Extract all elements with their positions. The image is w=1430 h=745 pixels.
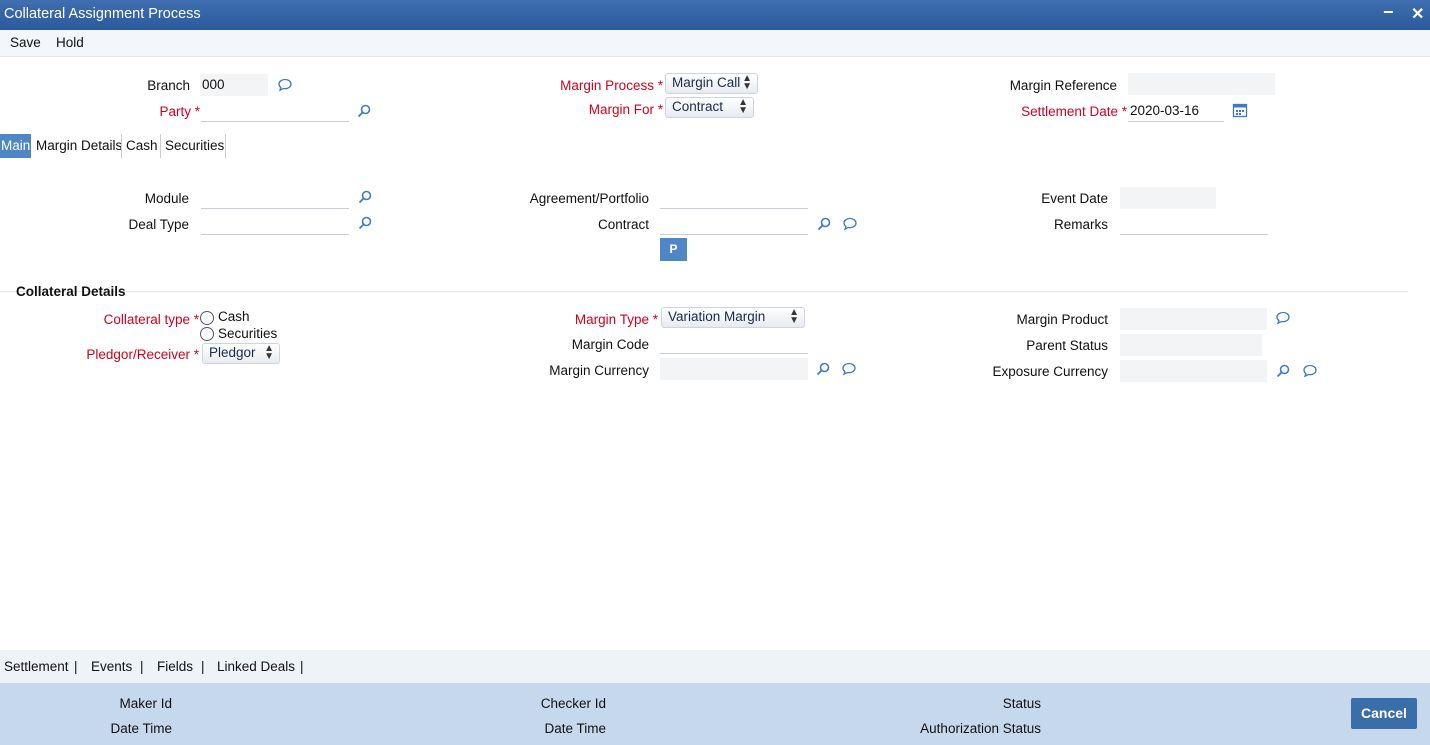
margin-product-field[interactable] xyxy=(1120,308,1267,330)
agreement-portfolio-field[interactable] xyxy=(660,187,808,209)
margin-reference-field[interactable] xyxy=(1128,73,1275,95)
settlement-date-label: Settlement Date * xyxy=(1021,104,1127,119)
collateral-details-title: Collateral Details xyxy=(16,284,126,299)
remarks-field[interactable] xyxy=(1120,213,1268,235)
event-date-label: Event Date xyxy=(1041,191,1108,206)
checker-id-label: Checker Id xyxy=(540,696,606,711)
parent-status-label: Parent Status xyxy=(1026,338,1108,353)
securities-option-label: Securities xyxy=(218,326,278,341)
module-field[interactable] xyxy=(201,187,349,209)
hold-menu[interactable]: Hold xyxy=(56,35,84,50)
tab-main[interactable]: Main xyxy=(0,134,32,158)
remarks-label: Remarks xyxy=(1053,217,1108,232)
fields-link[interactable]: Fields xyxy=(157,659,193,674)
party-field[interactable] xyxy=(201,100,349,122)
contract-label: Contract xyxy=(597,217,649,232)
party-label: Party * xyxy=(159,104,200,119)
margin-type-label: Margin Type * xyxy=(574,312,658,327)
pledgor-receiver-select[interactable]: Pledgor ▲ ▼ xyxy=(202,343,280,364)
speech-bubble-icon[interactable] xyxy=(277,77,293,93)
cash-radio[interactable] xyxy=(200,311,214,325)
link-separator: | xyxy=(140,659,144,674)
save-menu[interactable]: Save xyxy=(10,35,41,50)
cash-option-label: Cash xyxy=(218,309,250,324)
module-label: Module xyxy=(144,191,189,206)
contract-field[interactable] xyxy=(660,213,808,235)
collateral-type-label: Collateral type * xyxy=(103,312,199,327)
maker-date-time-label: Date Time xyxy=(110,721,172,736)
speech-bubble-icon[interactable] xyxy=(1275,310,1291,326)
margin-for-label: Margin For * xyxy=(588,102,663,117)
event-date-field[interactable] xyxy=(1120,187,1216,209)
maker-id-label: Maker Id xyxy=(119,696,172,711)
audit-footer xyxy=(0,683,1430,745)
link-separator: | xyxy=(300,659,304,674)
speech-bubble-icon[interactable] xyxy=(1302,363,1318,379)
settlement-link[interactable]: Settlement xyxy=(4,659,69,674)
cancel-button[interactable]: Cancel xyxy=(1351,698,1417,729)
deal-type-label: Deal Type xyxy=(128,217,189,232)
minimize-icon[interactable]: − xyxy=(1383,2,1394,23)
tab-divider xyxy=(121,134,122,158)
tab-cash[interactable]: Cash xyxy=(126,134,158,158)
link-separator: | xyxy=(201,659,205,674)
margin-type-select[interactable]: Variation Margin ▲ ▼ xyxy=(661,307,805,328)
parent-status-field[interactable] xyxy=(1120,334,1262,356)
speech-bubble-icon[interactable] xyxy=(841,361,857,377)
tab-margin-details[interactable]: Margin Details xyxy=(36,134,122,158)
link-separator: | xyxy=(74,659,78,674)
section-divider xyxy=(0,291,1408,292)
search-icon[interactable] xyxy=(816,216,832,232)
speech-bubble-icon[interactable] xyxy=(842,216,858,232)
margin-product-label: Margin Product xyxy=(1016,312,1108,327)
tab-securities[interactable]: Securities xyxy=(165,134,224,158)
exposure-currency-field[interactable] xyxy=(1120,360,1267,382)
margin-process-label: Margin Process * xyxy=(560,78,663,93)
calendar-icon[interactable] xyxy=(1232,102,1248,118)
title-bar: Collateral Assignment Process − ✕ xyxy=(0,0,1430,30)
branch-field[interactable] xyxy=(200,74,268,96)
margin-for-select[interactable]: Contract ▲ ▼ xyxy=(665,97,754,118)
status-label: Status xyxy=(1002,696,1041,711)
search-icon[interactable] xyxy=(357,215,373,231)
search-icon[interactable] xyxy=(1275,363,1291,379)
securities-radio[interactable] xyxy=(200,327,214,341)
tab-divider xyxy=(160,134,161,158)
search-icon[interactable] xyxy=(815,361,831,377)
authorization-status-label: Authorization Status xyxy=(920,721,1041,736)
margin-process-select[interactable]: Margin Call ▲ ▼ xyxy=(665,73,758,94)
pledgor-receiver-label: Pledgor/Receiver * xyxy=(86,347,199,362)
p-button[interactable]: P xyxy=(660,238,687,261)
exposure-currency-label: Exposure Currency xyxy=(992,364,1108,379)
margin-code-label: Margin Code xyxy=(571,337,649,352)
events-link[interactable]: Events xyxy=(91,659,132,674)
margin-reference-label: Margin Reference xyxy=(1009,78,1117,93)
margin-currency-field[interactable] xyxy=(660,358,808,380)
menu-bar: Save Hold xyxy=(0,30,1430,57)
search-icon[interactable] xyxy=(357,189,373,205)
search-icon[interactable] xyxy=(356,103,372,119)
bottom-link-bar: Settlement | Events | Fields | Linked De… xyxy=(0,650,1430,683)
deal-type-field[interactable] xyxy=(201,213,349,235)
close-icon[interactable]: ✕ xyxy=(1411,4,1424,24)
tab-divider xyxy=(225,134,226,158)
branch-label: Branch xyxy=(147,78,190,93)
checker-date-time-label: Date Time xyxy=(544,721,606,736)
margin-currency-label: Margin Currency xyxy=(549,363,649,378)
window-title: Collateral Assignment Process xyxy=(4,6,201,22)
linked-deals-link[interactable]: Linked Deals xyxy=(217,659,295,674)
margin-code-field[interactable] xyxy=(660,332,808,354)
settlement-date-field[interactable] xyxy=(1128,100,1224,122)
agreement-portfolio-label: Agreement/Portfolio xyxy=(529,191,649,206)
